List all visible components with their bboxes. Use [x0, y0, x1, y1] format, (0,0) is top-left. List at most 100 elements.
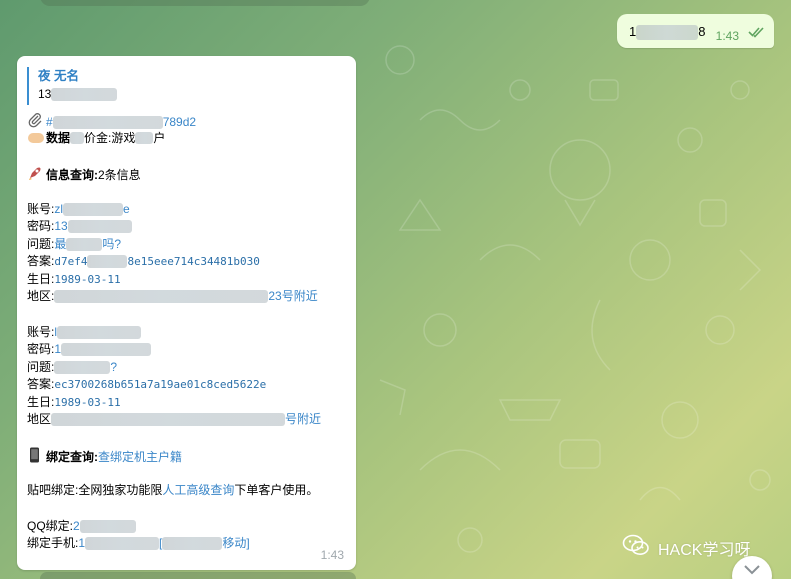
redacted-blur	[54, 290, 269, 304]
reply-quote-text: 13	[38, 85, 327, 103]
redacted-blur	[85, 537, 160, 551]
record1-answer: 答案:d7ef4 8e15eee714c34481b030	[27, 253, 349, 271]
rocket-icon	[27, 165, 45, 180]
watermark: HACK学习呀	[622, 534, 750, 561]
redacted-blur	[57, 325, 142, 339]
manual-query-link[interactable]: 人工高级查询	[162, 483, 234, 497]
reply-author-name: 夜 无名	[38, 69, 79, 83]
previous-message-edge	[40, 0, 370, 6]
reply-quote[interactable]: 夜 无名 13	[27, 67, 327, 105]
message-body: #789d2 数据 价金:游戏户 信息查询:2条信息 账号:zl e 密码:13 问…	[27, 112, 349, 553]
birthday-label: 生日:	[27, 271, 55, 286]
mobile-phone-icon	[27, 447, 45, 462]
password-label: 密码:	[27, 342, 55, 356]
outgoing-message-time: 1:43	[715, 29, 739, 43]
record2-birthday: 生日:1989-03-11	[27, 394, 349, 412]
birthday-value: 1989-03-11	[54, 395, 121, 409]
incoming-message-bubble[interactable]: 夜 无名 13 #789d2 数据 价金:游戏户 信息查询:2条信息 账号:zl e…	[17, 56, 356, 570]
price-tag-icon	[27, 132, 45, 146]
redacted-blur	[87, 255, 128, 269]
phone-binding-label: 绑定手机:	[27, 536, 79, 550]
redacted-blur	[51, 413, 286, 427]
qq-binding-label: QQ绑定:	[27, 518, 74, 533]
region-label: 地区	[27, 412, 52, 426]
data-price-label: 数据	[46, 130, 71, 145]
account-label: 账号:	[27, 324, 55, 339]
hash-link[interactable]: #	[46, 115, 53, 129]
double-check-icon	[748, 26, 766, 41]
record1-account: 账号:zl e	[27, 201, 349, 219]
account-label: 账号:	[27, 201, 55, 216]
record1-question: 问题:最 吗?	[27, 236, 349, 254]
redacted-blur	[135, 132, 154, 145]
redacted-blur	[63, 202, 124, 216]
redacted-blur	[54, 360, 111, 374]
record1-birthday: 生日:1989-03-11	[27, 271, 349, 289]
account-value[interactable]: zl	[54, 202, 63, 216]
outgoing-message-text: 18	[629, 24, 706, 41]
outgoing-message-bubble[interactable]: 18 1:43	[617, 14, 774, 48]
outgoing-text-end: 8	[698, 24, 706, 39]
redacted-blur	[67, 220, 132, 234]
region-value-end[interactable]: 号附近	[285, 412, 321, 426]
tieba-binding-suffix: 下单客户使用。	[234, 483, 319, 497]
watermark-text: HACK学习呀	[658, 541, 751, 559]
data-price-end: 户	[153, 130, 166, 145]
password-value[interactable]: 13	[54, 219, 67, 233]
tieba-binding-line: 贴吧绑定:全网独家功能限人工高级查询下单客户使用。	[27, 482, 349, 500]
redacted-blur	[61, 343, 152, 357]
info-query-label: 信息查询:	[46, 168, 98, 182]
phone-binding-line: 绑定手机:1[移动]	[27, 535, 349, 553]
question-value-end: 吗?	[102, 236, 122, 251]
question-label: 问题:	[27, 359, 55, 374]
chevron-down-icon	[744, 565, 760, 575]
record2-answer: 答案:ec3700268b651a7a19ae01c8ced5622e	[27, 376, 349, 394]
answer-value: ec3700268b651a7a19ae01c8ced5622e	[54, 378, 267, 391]
data-price-line: 数据 价金:游戏 户	[27, 130, 349, 148]
hash-link-tail[interactable]: 789d2	[163, 115, 196, 129]
region-value-end[interactable]: 23号附近	[268, 289, 317, 303]
record2-password: 密码:1	[27, 341, 349, 359]
redacted-blur	[162, 537, 223, 551]
region-label: 地区:	[27, 289, 55, 303]
birthday-label: 生日:	[27, 394, 55, 409]
tieba-binding-prefix: 贴吧绑定:全网独家功能限	[27, 483, 163, 497]
question-value: 最	[54, 236, 67, 251]
answer-value-end: 8e15eee714c34481b030	[127, 255, 260, 268]
binding-query-line: 绑定查询:查绑定机主户籍	[27, 447, 349, 465]
redacted-blur	[79, 519, 136, 533]
password-value[interactable]: 1	[54, 342, 61, 356]
question-label: 问题:	[27, 236, 55, 251]
record2-account: 账号:l	[27, 324, 349, 342]
redacted-blur	[70, 132, 85, 145]
incoming-message-time: 1:43	[320, 547, 344, 562]
phone-binding-value[interactable]: 1	[78, 536, 85, 550]
binding-query-label: 绑定查询:	[46, 449, 98, 464]
password-label: 密码:	[27, 219, 55, 233]
paperclip-icon	[27, 112, 45, 128]
outgoing-text-start: 1	[629, 24, 637, 39]
answer-label: 答案:	[27, 377, 55, 391]
record1-password: 密码:13	[27, 218, 349, 236]
data-price-value: 价金:游戏	[84, 130, 136, 145]
answer-label: 答案:	[27, 254, 55, 268]
record1-region: 地区: 23号附近	[27, 288, 349, 306]
account-value-end[interactable]: e	[123, 202, 130, 216]
record2-question: 问题:?	[27, 359, 349, 377]
redacted-blur	[66, 237, 103, 251]
next-message-edge	[40, 572, 356, 579]
answer-value: d7ef4	[54, 255, 88, 268]
redacted-blur	[51, 88, 118, 102]
qq-binding-value[interactable]: 2	[73, 519, 80, 533]
redacted-blur	[636, 25, 699, 41]
wechat-icon	[622, 534, 650, 561]
qq-binding-line: QQ绑定:2	[27, 518, 349, 536]
info-query-value: 2条信息	[98, 168, 141, 182]
binding-query-link[interactable]: 查绑定机主户籍	[98, 450, 182, 464]
question-value-end: ?	[110, 359, 118, 374]
phone-binding-carrier: 移动]	[222, 536, 250, 550]
record2-region: 地区 号附近	[27, 411, 349, 429]
attachment-line: #789d2	[27, 112, 349, 130]
reply-text-start: 13	[38, 87, 52, 101]
info-query-line: 信息查询:2条信息	[27, 165, 349, 183]
